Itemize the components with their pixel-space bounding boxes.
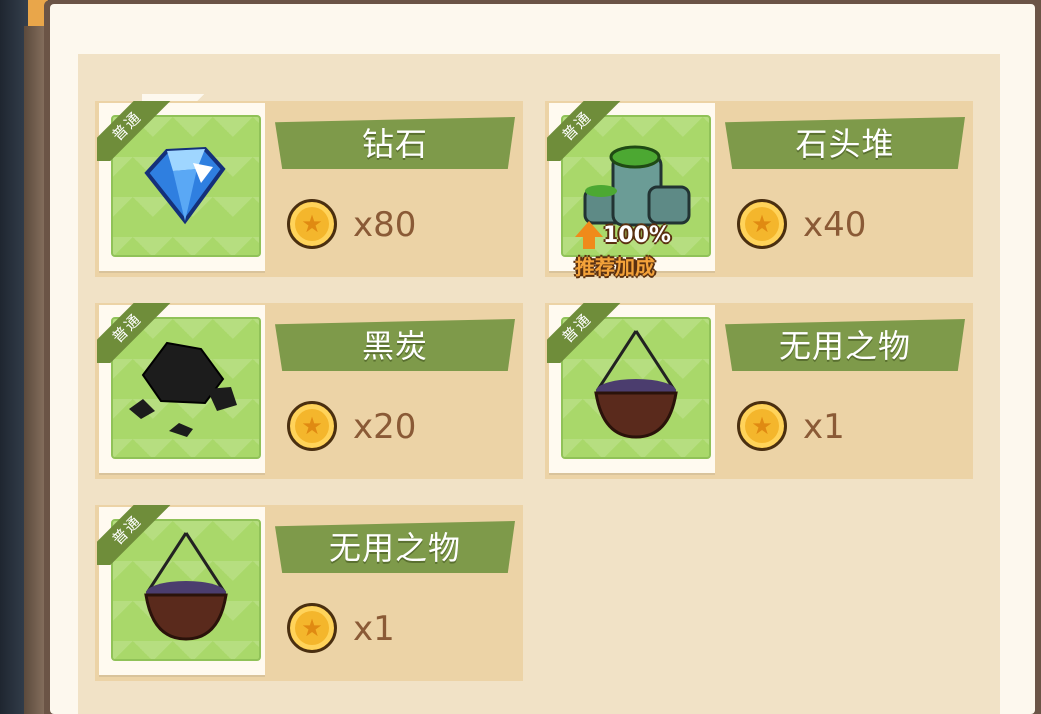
- item-quantity: x1: [353, 609, 395, 649]
- item-thumbnail-frame: 普通: [97, 303, 265, 473]
- item-thumbnail-frame: 普通: [97, 101, 265, 271]
- item-name: 钻石: [361, 125, 428, 163]
- basket-icon: [594, 330, 678, 439]
- bonus-label: 推荐加成: [575, 255, 655, 279]
- item-thumbnail: [111, 317, 261, 459]
- gold-coin-icon: ★: [287, 199, 337, 249]
- item-name: 无用之物: [778, 327, 911, 365]
- item-name-bar: 石头堆: [725, 117, 965, 169]
- recommended-bonus-badge: 100% 推荐加成: [575, 221, 715, 281]
- item-name-bar: 无用之物: [725, 319, 965, 371]
- item-name-bar: 钻石: [275, 117, 515, 169]
- item-card-useless-1[interactable]: 普通 无用之物 ★ x1: [545, 303, 973, 479]
- item-thumbnail: [561, 317, 711, 459]
- charcoal-icon: [129, 341, 237, 437]
- item-card-diamond[interactable]: 普通 钻石 ★ x80: [95, 101, 523, 277]
- item-quantity: x20: [353, 407, 417, 447]
- item-name-bar: 黑炭: [275, 319, 515, 371]
- diamond-icon: [144, 146, 226, 225]
- item-thumbnail-frame: 普通: [97, 505, 265, 675]
- gold-coin-icon: ★: [287, 401, 337, 451]
- item-name-bar: 无用之物: [275, 521, 515, 573]
- item-name: 无用之物: [328, 529, 461, 567]
- basket-icon: [144, 532, 228, 641]
- item-thumbnail: [111, 519, 261, 661]
- bonus-percent: 100%: [603, 223, 671, 248]
- item-quantity: x40: [803, 205, 867, 245]
- background-left-edge: [0, 0, 48, 714]
- item-thumbnail-frame: 普通: [547, 303, 715, 473]
- gold-coin-icon: ★: [737, 199, 787, 249]
- item-name: 石头堆: [795, 125, 895, 163]
- item-card-useless-2[interactable]: 普通 无用之物 ★ x1: [95, 505, 523, 681]
- gold-coin-icon: ★: [737, 401, 787, 451]
- item-name: 黑炭: [361, 327, 428, 365]
- item-card-stone-pile[interactable]: 普通 100% 推荐加成 石头堆 ★ x40: [545, 101, 973, 279]
- gold-coin-icon: ★: [287, 603, 337, 653]
- item-thumbnail: [111, 115, 261, 257]
- item-card-charcoal[interactable]: 普通 黑炭 ★ x20: [95, 303, 523, 479]
- item-quantity: x1: [803, 407, 845, 447]
- item-quantity: x80: [353, 205, 417, 245]
